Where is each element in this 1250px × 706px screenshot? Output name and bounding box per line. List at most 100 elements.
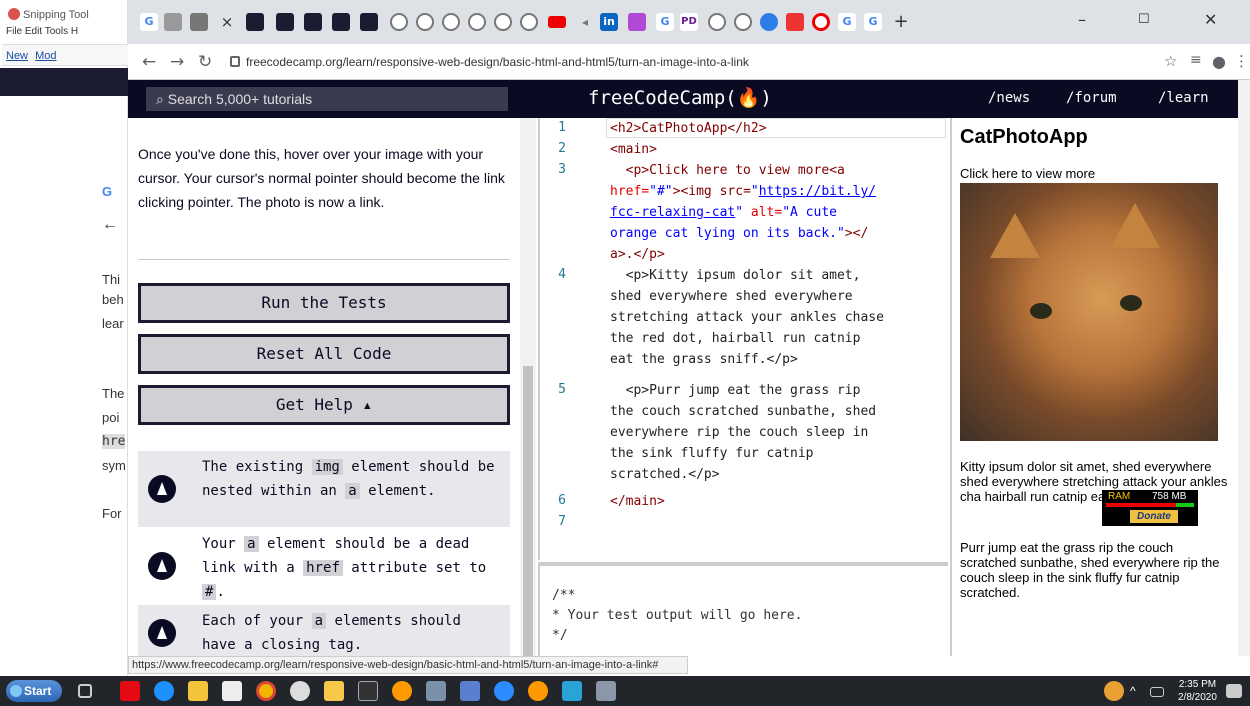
fcc-tab-icon[interactable] — [276, 13, 294, 31]
google-tab-icon[interactable]: G — [838, 13, 856, 31]
github-tab-icon[interactable] — [442, 13, 460, 31]
app-icon[interactable] — [528, 681, 548, 701]
chrome-icon[interactable] — [256, 681, 276, 701]
youtube-tab-icon[interactable] — [548, 16, 566, 28]
nav-link-news[interactable]: /news — [988, 90, 1030, 106]
google-tab-icon[interactable]: G — [656, 13, 674, 31]
github-tab-icon[interactable] — [468, 13, 486, 31]
fcc-tab-icon[interactable] — [304, 13, 322, 31]
github-tab-icon[interactable] — [708, 13, 726, 31]
url-input[interactable]: freecodecamp.org/learn/responsive-web-de… — [226, 50, 1156, 74]
profile-icon[interactable]: ● — [1212, 52, 1226, 71]
minimize-icon[interactable]: – — [1078, 10, 1086, 29]
zoom-icon[interactable] — [494, 681, 514, 701]
fcc-tab-icon[interactable] — [246, 13, 264, 31]
terminal-icon[interactable] — [358, 681, 378, 701]
snipping-tool-taskbar-icon[interactable] — [596, 681, 616, 701]
maximize-icon[interactable]: ☐ — [1138, 12, 1150, 27]
ram-value: 758 MB — [1152, 491, 1187, 502]
file-explorer-icon[interactable] — [324, 681, 344, 701]
github-tab-icon[interactable] — [734, 13, 752, 31]
snip-dark-strip — [0, 68, 128, 96]
code-line: </main> — [610, 494, 665, 509]
code-line: <p>Purr jump eat the grass rip — [610, 383, 861, 398]
tab-icon[interactable] — [628, 13, 646, 31]
google-tab-icon[interactable]: G — [864, 13, 882, 31]
windows-taskbar: Start ^ 2:35 PM 2/8/2020 — [0, 676, 1250, 706]
test-text: The existing img element should be neste… — [202, 459, 495, 499]
behind-text: hre — [102, 434, 126, 449]
tab-icon[interactable] — [786, 13, 804, 31]
tray-chevron-icon[interactable]: ^ — [1130, 684, 1150, 704]
snipping-tool-menu[interactable]: File Edit Tools H — [6, 26, 78, 37]
preview-pane: CatPhotoApp Click here to view more Kitt… — [950, 118, 1238, 656]
code-line: everywhere rip the couch sleep in — [610, 425, 869, 440]
cat-eye — [1030, 303, 1052, 319]
task-view-icon[interactable] — [78, 684, 92, 698]
docs-tab-icon[interactable] — [190, 13, 208, 31]
fcc-tab-icon[interactable] — [332, 13, 350, 31]
address-bar-row: ← → ↻ freecodecamp.org/learn/responsive-… — [128, 44, 1250, 80]
audio-tab-icon[interactable]: ◂ — [576, 13, 594, 31]
edge-icon[interactable] — [154, 681, 174, 701]
app-icon[interactable] — [562, 681, 582, 701]
linkedin-tab-icon[interactable]: in — [600, 13, 618, 31]
snip-new-button[interactable]: New — [6, 50, 28, 62]
snip-mode-button[interactable]: Mod — [35, 50, 56, 62]
behind-text: The — [102, 386, 125, 401]
get-help-button[interactable]: Get Help ▴ — [138, 385, 510, 425]
donate-button[interactable]: Donate — [1130, 510, 1178, 523]
app-icon[interactable] — [392, 681, 412, 701]
github-tab-icon[interactable] — [520, 13, 538, 31]
line-number: 7 — [558, 514, 566, 529]
bookmark-star-icon[interactable]: ☆ — [1164, 52, 1177, 70]
nav-link-learn[interactable]: /learn — [1158, 90, 1209, 106]
tab-close-icon[interactable]: × — [218, 13, 236, 31]
notifications-icon[interactable] — [1226, 684, 1242, 698]
run-tests-button[interactable]: Run the Tests — [138, 283, 510, 323]
new-tab-button[interactable]: + — [892, 13, 910, 31]
github-tab-icon[interactable] — [390, 13, 408, 31]
browser-tab-strip: G × ◂ in G PD G G + – ☐ ✕ — [128, 0, 1250, 44]
app-icon[interactable] — [426, 681, 446, 701]
code-editor[interactable]: 1 2 3 4 5 6 7 <h2>CatPhotoApp</h2> <main… — [538, 118, 948, 560]
scrollbar-thumb[interactable] — [523, 366, 533, 656]
reset-code-button[interactable]: Reset All Code — [138, 334, 510, 374]
github-tab-icon[interactable] — [494, 13, 512, 31]
code-line: <main> — [610, 142, 657, 157]
lesson-scrollbar[interactable] — [520, 118, 536, 656]
fcc-navbar: ⌕ Search 5,000+ tutorials freeCodeCamp(🔥… — [128, 80, 1238, 118]
reading-list-icon[interactable]: ≡ — [1190, 52, 1202, 68]
store-icon[interactable] — [188, 681, 208, 701]
clock-time: 2:35 PM — [1178, 679, 1217, 690]
netflix-icon[interactable] — [120, 681, 140, 701]
start-button[interactable]: Start — [6, 680, 62, 702]
fcc-logo[interactable]: freeCodeCamp(🔥) — [588, 86, 772, 109]
search-input[interactable]: ⌕ Search 5,000+ tutorials — [146, 87, 508, 111]
fcc-tab-icon[interactable] — [360, 13, 378, 31]
opera-tab-icon[interactable] — [812, 13, 830, 31]
cat-photo-link[interactable] — [960, 183, 1218, 441]
tab-icon[interactable] — [760, 13, 778, 31]
settings-gear-icon[interactable] — [290, 681, 310, 701]
app-icon[interactable] — [460, 681, 480, 701]
help-tray-icon[interactable] — [1104, 681, 1124, 701]
forward-arrow-icon[interactable]: → — [170, 52, 184, 72]
page-scrollbar[interactable] — [1238, 80, 1250, 656]
code-line: scratched.</p> — [610, 467, 720, 482]
code-line: shed everywhere shed everywhere — [610, 289, 853, 304]
mail-icon[interactable] — [222, 681, 242, 701]
ram-overlay-widget[interactable]: RAM 758 MB Donate — [1102, 490, 1198, 526]
github-tab-icon[interactable] — [416, 13, 434, 31]
network-icon[interactable] — [1150, 687, 1164, 697]
pd-tab-icon[interactable]: PD — [680, 13, 698, 31]
nav-link-forum[interactable]: /forum — [1066, 90, 1117, 106]
reload-icon[interactable]: ↻ — [198, 52, 212, 72]
back-arrow-icon[interactable]: ← — [142, 52, 156, 72]
clock[interactable]: 2:35 PM 2/8/2020 — [1178, 678, 1217, 704]
tab-icon[interactable] — [164, 13, 182, 31]
window-close-icon[interactable]: ✕ — [1204, 10, 1217, 29]
lesson-divider — [138, 259, 510, 260]
google-tab-icon[interactable]: G — [140, 13, 158, 31]
menu-dots-icon[interactable]: ⋮ — [1234, 52, 1249, 70]
